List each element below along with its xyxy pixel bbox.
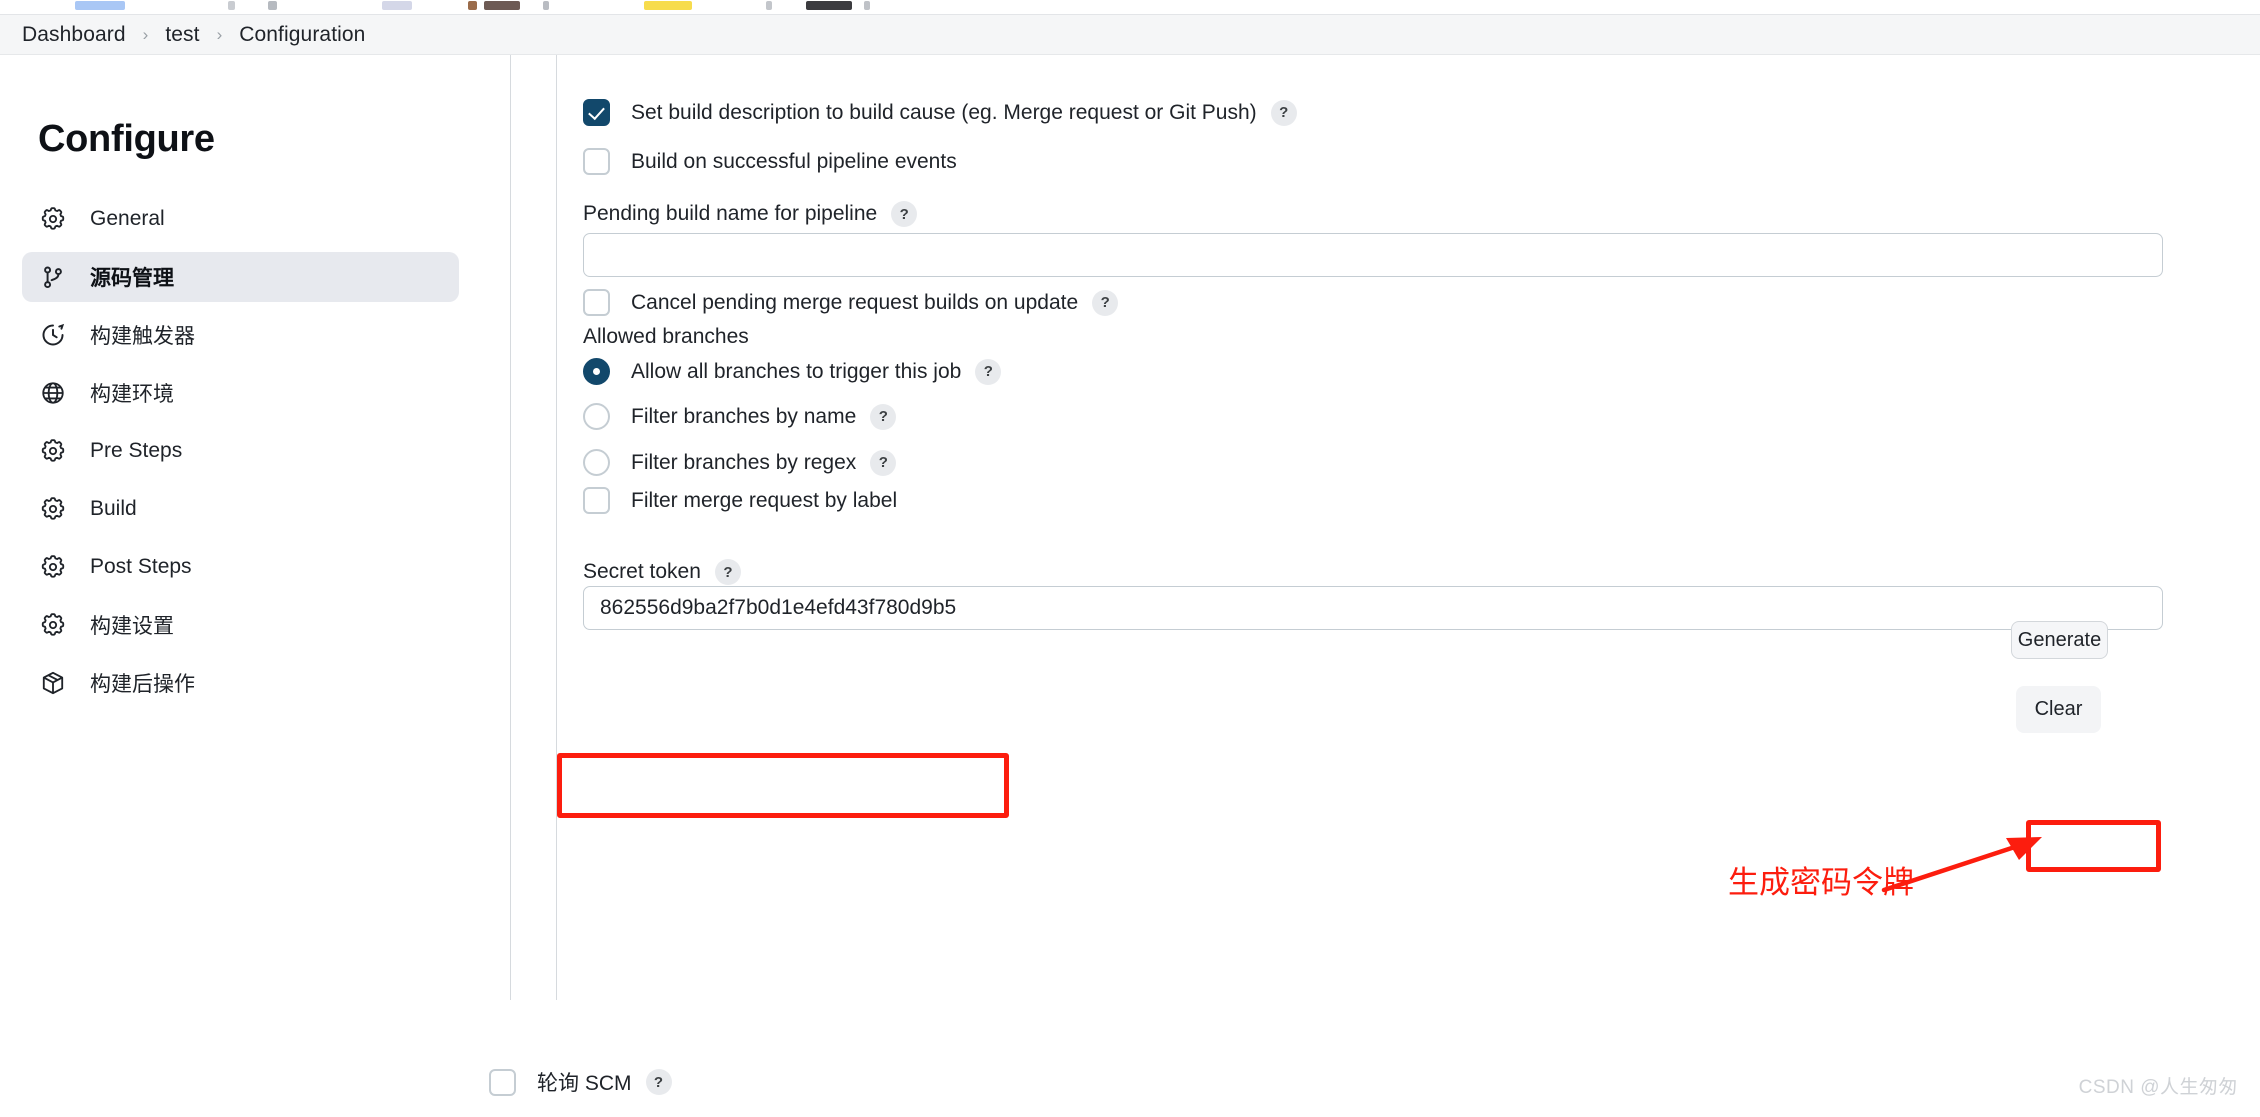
gear-icon	[40, 612, 66, 638]
cancel-pending-builds-checkbox[interactable]	[583, 289, 610, 316]
sidebar-item-build-environment[interactable]: 构建环境	[22, 368, 459, 418]
set-build-description-checkbox[interactable]	[583, 99, 610, 126]
sidebar: Configure General 源码管理 构建触发器 构建环境 Pre St…	[0, 55, 505, 1117]
filter-branches-by-regex-radio[interactable]	[583, 449, 610, 476]
sidebar-nav: General 源码管理 构建触发器 构建环境 Pre Steps Build …	[22, 194, 459, 716]
sidebar-item-label: General	[90, 207, 165, 230]
sidebar-item-label: Pre Steps	[90, 439, 183, 462]
globe-icon	[40, 380, 66, 406]
package-icon	[40, 670, 66, 696]
sidebar-item-build[interactable]: Build	[22, 484, 459, 534]
sidebar-item-label: 构建后操作	[90, 673, 195, 696]
filter-merge-request-by-label-checkbox[interactable]	[583, 487, 610, 514]
secret-token-label-row: Secret token ?	[583, 559, 741, 585]
poll-scm-label: 轮询 SCM	[537, 1072, 632, 1095]
help-icon[interactable]: ?	[870, 403, 897, 430]
browser-tabstrip-sliver	[0, 0, 2260, 14]
breadcrumb-separator-icon: ›	[142, 25, 149, 44]
sidebar-item-label: Build	[90, 497, 137, 520]
breadcrumb-item-test[interactable]: test	[165, 23, 199, 47]
allow-all-branches-radio[interactable]	[583, 358, 610, 385]
sidebar-item-post-build-actions[interactable]: 构建后操作	[22, 658, 459, 708]
sidebar-item-label: 源码管理	[90, 267, 174, 290]
pending-build-name-label: Pending build name for pipeline	[583, 202, 878, 225]
sidebar-item-post-steps[interactable]: Post Steps	[22, 542, 459, 592]
gear-icon	[40, 496, 66, 522]
filter-branches-by-name-radio[interactable]	[583, 403, 610, 430]
annotation-text: 生成密码令牌	[1728, 865, 1914, 900]
gear-icon	[40, 554, 66, 580]
filter-branches-by-regex-label: Filter branches by regex	[631, 450, 857, 474]
pending-build-name-input[interactable]	[583, 233, 2163, 277]
cancel-pending-builds-row: Cancel pending merge request builds on u…	[583, 289, 1119, 316]
sidebar-item-label: 构建设置	[90, 615, 174, 638]
clear-button[interactable]: Clear	[2016, 686, 2101, 733]
breadcrumb: Dashboard › test › Configuration	[0, 14, 2260, 55]
filter-branches-by-name-label: Filter branches by name	[631, 404, 857, 428]
pending-build-name-label-row: Pending build name for pipeline ?	[583, 201, 918, 227]
build-on-pipeline-checkbox[interactable]	[583, 148, 610, 175]
sidebar-item-build-triggers[interactable]: 构建触发器	[22, 310, 459, 360]
sidebar-item-pre-steps[interactable]: Pre Steps	[22, 426, 459, 476]
sidebar-item-label: Post Steps	[90, 555, 192, 578]
sidebar-item-source-management[interactable]: 源码管理	[22, 252, 459, 302]
breadcrumb-item-dashboard[interactable]: Dashboard	[22, 23, 126, 47]
sidebar-item-label: 构建触发器	[90, 325, 195, 348]
filter-branches-by-name-row: Filter branches by name ?	[583, 403, 897, 430]
allow-all-branches-row: Allow all branches to trigger this job ?	[583, 358, 1002, 385]
secret-token-input[interactable]	[583, 586, 2163, 630]
build-on-pipeline-label: Build on successful pipeline events	[631, 149, 957, 173]
page-title: Configure	[38, 118, 215, 160]
allowed-branches-heading: Allowed branches	[583, 325, 749, 348]
set-build-description-row: Set build description to build cause (eg…	[583, 99, 1297, 126]
poll-scm-row: 轮询 SCM ?	[489, 1067, 672, 1097]
gear-icon	[40, 206, 66, 232]
breadcrumb-item-configuration[interactable]: Configuration	[239, 23, 365, 47]
help-icon[interactable]: ?	[714, 559, 741, 585]
main-content: Set build description to build cause (eg…	[505, 55, 2260, 1117]
sidebar-item-general[interactable]: General	[22, 194, 459, 244]
allow-all-branches-label: Allow all branches to trigger this job	[631, 359, 962, 383]
cancel-pending-builds-label: Cancel pending merge request builds on u…	[631, 290, 1079, 314]
help-icon[interactable]: ?	[1270, 99, 1297, 126]
poll-scm-checkbox[interactable]	[489, 1068, 516, 1096]
help-icon[interactable]: ?	[891, 201, 918, 227]
watermark: CSDN @人生匆匆	[2078, 1077, 2238, 1098]
gear-icon	[40, 438, 66, 464]
set-build-description-label: Set build description to build cause (eg…	[631, 100, 1257, 124]
filter-merge-request-by-label-label: Filter merge request by label	[631, 488, 898, 512]
help-icon[interactable]: ?	[1092, 289, 1119, 316]
sidebar-item-build-settings[interactable]: 构建设置	[22, 600, 459, 650]
filter-merge-request-by-label-row: Filter merge request by label	[583, 487, 897, 514]
git-branch-icon	[40, 264, 66, 290]
filter-branches-by-regex-row: Filter branches by regex ?	[583, 449, 897, 476]
generate-button[interactable]: Generate	[2011, 621, 2108, 659]
help-icon[interactable]: ?	[645, 1069, 672, 1095]
build-on-pipeline-row: Build on successful pipeline events	[583, 148, 957, 175]
clock-icon	[40, 322, 66, 348]
secret-token-label: Secret token	[583, 560, 701, 583]
help-icon[interactable]: ?	[870, 449, 897, 476]
breadcrumb-separator-icon: ›	[216, 25, 223, 44]
sidebar-item-label: 构建环境	[90, 383, 174, 406]
help-icon[interactable]: ?	[975, 358, 1002, 385]
